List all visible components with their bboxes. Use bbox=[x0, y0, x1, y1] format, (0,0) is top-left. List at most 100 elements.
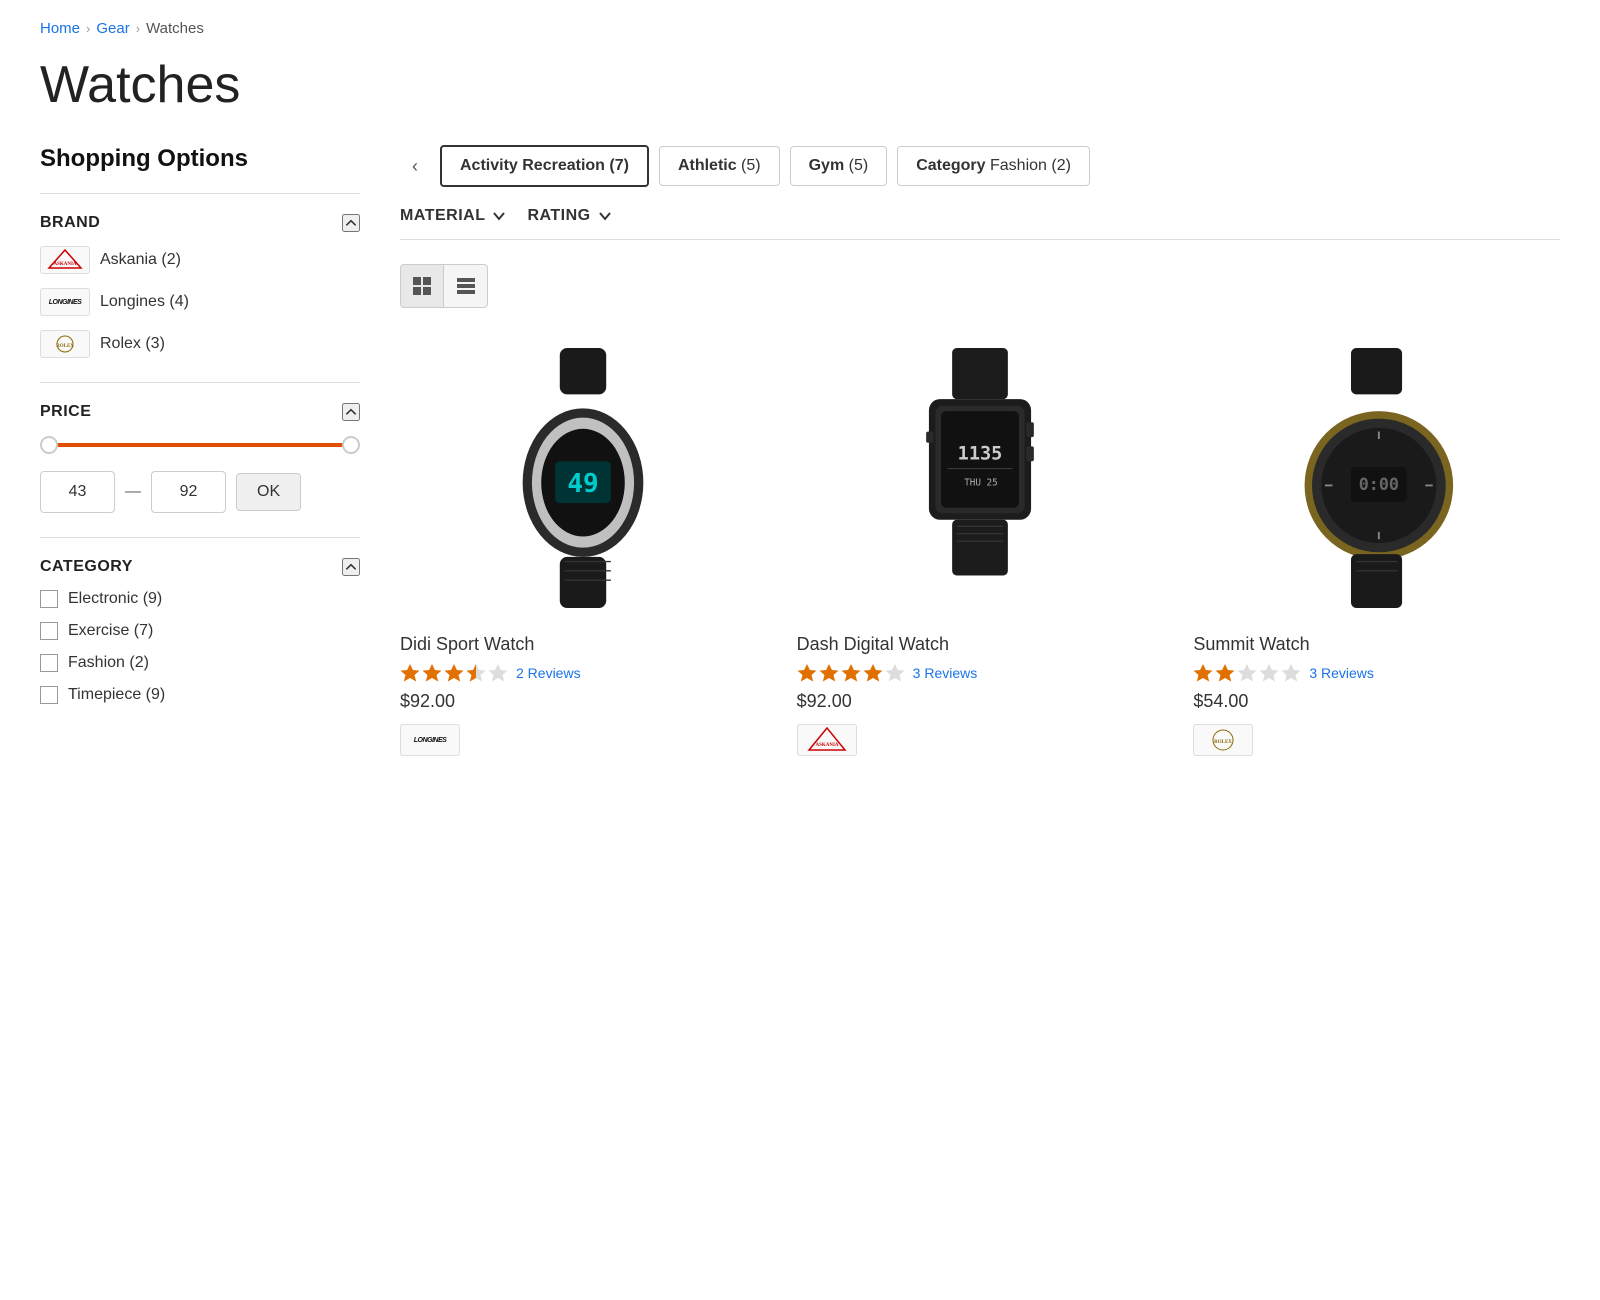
product-card-didi[interactable]: 49 Didi Sport Watch bbox=[400, 338, 767, 756]
sidebar-divider-brand bbox=[40, 382, 360, 383]
product-price-dash: $92.00 bbox=[797, 691, 1164, 712]
brand-item-rolex[interactable]: ROLEX Rolex (3) bbox=[40, 330, 360, 358]
stars-didi bbox=[400, 663, 508, 683]
price-inputs: — OK bbox=[40, 471, 360, 513]
view-toggle-row bbox=[400, 264, 1560, 308]
material-chevron-down-icon bbox=[491, 208, 507, 224]
page-title: Watches bbox=[40, 55, 1560, 115]
price-range-slider[interactable] bbox=[40, 435, 360, 455]
slider-thumb-left[interactable] bbox=[40, 436, 58, 454]
brand-name-longines: Longines (4) bbox=[100, 293, 189, 311]
svg-text:49: 49 bbox=[568, 469, 599, 499]
brand-label: BRAND bbox=[40, 214, 100, 232]
sidebar-divider-top bbox=[40, 193, 360, 194]
brand-item-askania[interactable]: ASKANIA Askania (2) bbox=[40, 246, 360, 274]
price-dash: — bbox=[125, 483, 141, 501]
product-image-summit: 0:00 bbox=[1193, 338, 1560, 618]
price-max-input[interactable] bbox=[151, 471, 226, 513]
svg-text:ASKANIA: ASKANIA bbox=[815, 743, 838, 748]
breadcrumb: Home › Gear › Watches bbox=[40, 20, 1560, 37]
price-label: PRICE bbox=[40, 403, 91, 421]
askania-logo: ASKANIA bbox=[40, 246, 90, 274]
product-image-dash: 1135 THU 25 bbox=[797, 338, 1164, 618]
category-label-fashion: Fashion (2) bbox=[68, 654, 149, 672]
product-rating-didi: 2 Reviews bbox=[400, 663, 767, 683]
dash-star-5 bbox=[885, 663, 905, 683]
rating-filter-button[interactable]: RATING bbox=[527, 207, 612, 225]
category-checkbox-timepiece[interactable] bbox=[40, 686, 58, 704]
category-label-timepiece: Timepiece (9) bbox=[68, 686, 165, 704]
sidebar-divider-price bbox=[40, 537, 360, 538]
product-card-dash[interactable]: 1135 THU 25 bbox=[797, 338, 1164, 756]
price-min-input[interactable] bbox=[40, 471, 115, 513]
rating-chevron-down-icon bbox=[597, 208, 613, 224]
dash-star-4 bbox=[863, 663, 883, 683]
category-chevron-up-icon bbox=[344, 558, 358, 576]
review-count-didi[interactable]: 2 Reviews bbox=[516, 665, 581, 681]
product-image-didi: 49 bbox=[400, 338, 767, 618]
dash-star-1 bbox=[797, 663, 817, 683]
breadcrumb-current: Watches bbox=[146, 20, 204, 37]
category-item-timepiece[interactable]: Timepiece (9) bbox=[40, 686, 360, 704]
list-view-button[interactable] bbox=[444, 264, 488, 308]
svg-text:ROLEX: ROLEX bbox=[56, 344, 74, 349]
slider-fill bbox=[46, 443, 344, 447]
category-collapse-button[interactable] bbox=[342, 558, 360, 576]
star-2 bbox=[422, 663, 442, 683]
list-view-icon bbox=[455, 275, 477, 297]
product-price-didi: $92.00 bbox=[400, 691, 767, 712]
summit-star-4 bbox=[1259, 663, 1279, 683]
price-collapse-button[interactable] bbox=[342, 403, 360, 421]
category-item-exercise[interactable]: Exercise (7) bbox=[40, 622, 360, 640]
price-ok-button[interactable]: OK bbox=[236, 473, 301, 511]
product-name-didi: Didi Sport Watch bbox=[400, 634, 767, 655]
filter-tag-gym[interactable]: Gym (5) bbox=[790, 146, 888, 186]
brand-name-rolex: Rolex (3) bbox=[100, 335, 165, 353]
product-price-summit: $54.00 bbox=[1193, 691, 1560, 712]
brand-collapse-button[interactable] bbox=[342, 214, 360, 232]
product-grid: 49 Didi Sport Watch bbox=[400, 338, 1560, 756]
shopping-options-title: Shopping Options bbox=[40, 145, 360, 173]
svg-text:ROLEX: ROLEX bbox=[1214, 740, 1232, 745]
brand-item-longines[interactable]: LONGINES Longines (4) bbox=[40, 288, 360, 316]
brand-badge-summit: ROLEX bbox=[1193, 724, 1253, 756]
product-name-summit: Summit Watch bbox=[1193, 634, 1560, 655]
price-section: PRICE — bbox=[40, 403, 360, 513]
review-count-summit[interactable]: 3 Reviews bbox=[1309, 665, 1374, 681]
breadcrumb-home[interactable]: Home bbox=[40, 20, 80, 37]
slider-thumb-right[interactable] bbox=[342, 436, 360, 454]
star-1 bbox=[400, 663, 420, 683]
filter-tag-activity[interactable]: Activity Recreation (7) bbox=[440, 145, 649, 187]
product-card-summit[interactable]: 0:00 Summit Watch bbox=[1193, 338, 1560, 756]
price-chevron-up-icon bbox=[344, 403, 358, 421]
rolex-logo: ROLEX bbox=[40, 330, 90, 358]
svg-text:THU 25: THU 25 bbox=[964, 477, 997, 488]
dash-star-3 bbox=[841, 663, 861, 683]
breadcrumb-gear[interactable]: Gear bbox=[96, 20, 129, 37]
category-list: Electronic (9) Exercise (7) Fashion (2) … bbox=[40, 590, 360, 704]
category-checkbox-exercise[interactable] bbox=[40, 622, 58, 640]
filter-tag-category-fashion[interactable]: Category Fashion (2) bbox=[897, 146, 1090, 186]
svg-text:ASKANIA: ASKANIA bbox=[53, 262, 76, 267]
summit-watch-svg: 0:00 bbox=[1267, 348, 1487, 608]
star-3 bbox=[444, 663, 464, 683]
filter-prev-button[interactable]: ‹ bbox=[400, 151, 430, 181]
main-content: ‹ Activity Recreation (7) Athletic (5) G… bbox=[400, 145, 1560, 756]
category-item-electronic[interactable]: Electronic (9) bbox=[40, 590, 360, 608]
stars-summit bbox=[1193, 663, 1301, 683]
review-count-dash[interactable]: 3 Reviews bbox=[913, 665, 978, 681]
category-checkbox-fashion[interactable] bbox=[40, 654, 58, 672]
category-label-exercise: Exercise (7) bbox=[68, 622, 153, 640]
grid-view-button[interactable] bbox=[400, 264, 444, 308]
breadcrumb-sep-2: › bbox=[136, 21, 140, 36]
svg-text:1135: 1135 bbox=[958, 443, 1003, 464]
category-label: CATEGORY bbox=[40, 558, 133, 576]
product-rating-dash: 3 Reviews bbox=[797, 663, 1164, 683]
category-label-electronic: Electronic (9) bbox=[68, 590, 162, 608]
material-filter-button[interactable]: MATERIAL bbox=[400, 207, 507, 225]
filter-tag-athletic[interactable]: Athletic (5) bbox=[659, 146, 780, 186]
category-item-fashion[interactable]: Fashion (2) bbox=[40, 654, 360, 672]
brand-section-header: BRAND bbox=[40, 214, 360, 232]
filter-tags-row: ‹ Activity Recreation (7) Athletic (5) G… bbox=[400, 145, 1560, 187]
category-checkbox-electronic[interactable] bbox=[40, 590, 58, 608]
